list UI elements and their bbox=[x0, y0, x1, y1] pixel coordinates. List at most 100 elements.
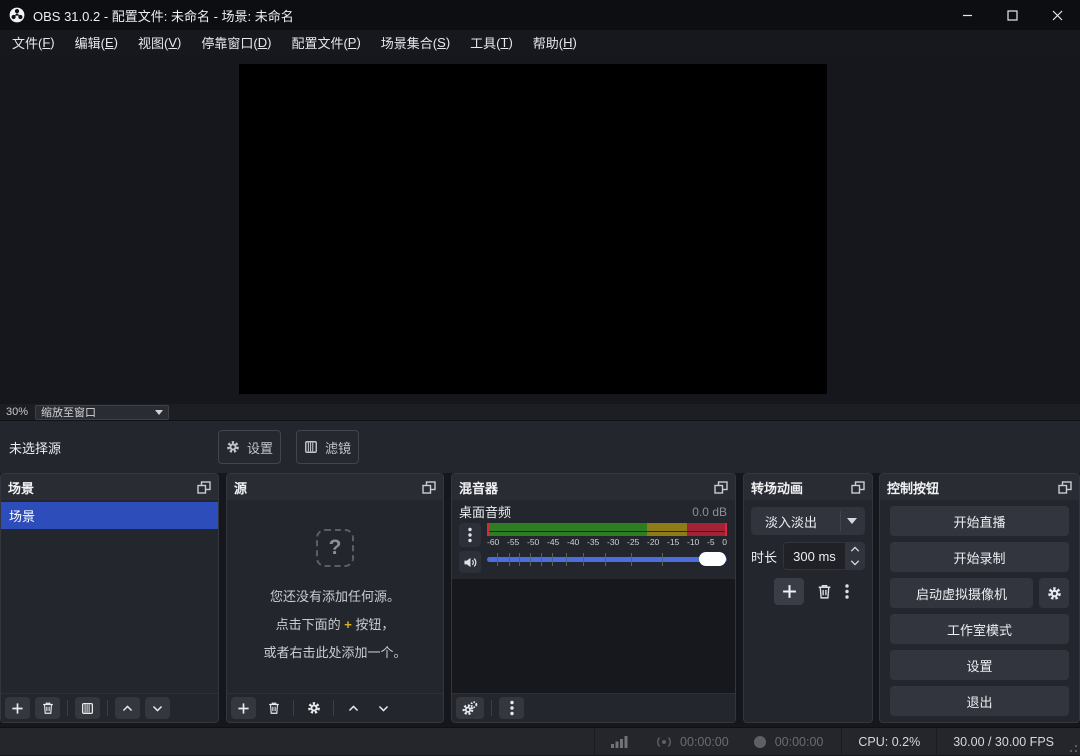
stream-time: 00:00:00 bbox=[680, 735, 729, 749]
popout-dock-icon[interactable] bbox=[197, 481, 211, 494]
transition-duration-spinner[interactable]: 300 ms bbox=[783, 542, 865, 570]
window-resize-grip[interactable] bbox=[1065, 740, 1077, 752]
menu-help[interactable]: 帮助(H) bbox=[523, 30, 587, 55]
menu-profile[interactable]: 配置文件(P) bbox=[281, 30, 370, 55]
fps-indicator: 30.00 / 30.00 FPS bbox=[953, 735, 1054, 749]
exit-button[interactable]: 退出 bbox=[890, 686, 1069, 716]
meter-peak-indicator bbox=[487, 523, 489, 536]
video-preview-canvas[interactable] bbox=[239, 64, 827, 394]
meter-scale-labels: -60-55-50-45-40-35-30-25-20-15-10-50 bbox=[487, 537, 727, 547]
obs-logo-icon bbox=[9, 7, 25, 23]
menu-docks[interactable]: 停靠窗口(D) bbox=[191, 30, 281, 55]
remove-source-button[interactable] bbox=[261, 697, 286, 719]
settings-button[interactable]: 设置 bbox=[890, 650, 1069, 680]
mute-toggle-speaker-icon[interactable] bbox=[459, 551, 481, 573]
menu-file[interactable]: 文件(F) bbox=[2, 30, 65, 55]
move-source-up-button[interactable] bbox=[341, 697, 366, 719]
zoom-percent: 30% bbox=[6, 406, 28, 418]
signal-bars-icon bbox=[611, 735, 628, 748]
source-context-bar: 未选择源 设置 滤镜 bbox=[0, 421, 1080, 473]
source-properties-button[interactable]: 设置 bbox=[218, 430, 281, 464]
move-scene-down-button[interactable] bbox=[145, 697, 170, 719]
toolbar-separator bbox=[67, 700, 68, 716]
chevron-down-icon bbox=[847, 518, 857, 524]
start-virtual-camera-button[interactable]: 启动虚拟摄像机 bbox=[890, 578, 1033, 608]
network-status bbox=[611, 735, 628, 748]
menu-edit[interactable]: 编辑(E) bbox=[65, 30, 128, 55]
toolbar-separator bbox=[333, 700, 334, 716]
preview-area bbox=[0, 55, 1080, 404]
sources-title: 源 bbox=[234, 478, 247, 497]
scene-transitions-dock: 转场动画 淡入淡出 时长 300 ms bbox=[743, 473, 873, 723]
record-time: 00:00:00 bbox=[775, 735, 824, 749]
controls-dock-header: 控制按钮 bbox=[880, 474, 1079, 500]
scenes-toolbar bbox=[1, 693, 218, 722]
volume-meter bbox=[487, 523, 727, 536]
start-recording-button[interactable]: 开始录制 bbox=[890, 542, 1069, 572]
mixer-channel-desktop-audio: 桌面音频 0.0 dB bbox=[452, 500, 735, 579]
menu-view[interactable]: 视图(V) bbox=[128, 30, 191, 55]
minimize-button[interactable] bbox=[945, 0, 990, 30]
add-source-button[interactable] bbox=[231, 697, 256, 719]
sources-dock-header: 源 bbox=[227, 474, 443, 500]
scene-list-item-selected[interactable]: 场景 bbox=[1, 502, 218, 529]
broadcast-icon bbox=[656, 735, 672, 749]
sources-empty-state[interactable]: ? 您还没有添加任何源。 点击下面的 + 按钮， 或者右击此处添加一个。 bbox=[227, 500, 443, 693]
record-time-group: 00:00:00 bbox=[753, 735, 824, 749]
toolbar-separator bbox=[107, 700, 108, 716]
mixer-menu-button[interactable] bbox=[499, 697, 524, 719]
scene-filters-button[interactable] bbox=[75, 697, 100, 719]
toolbar-separator bbox=[491, 700, 492, 716]
mixer-body: 桌面音频 0.0 dB bbox=[452, 500, 735, 693]
volume-slider-track bbox=[487, 557, 727, 562]
menu-scene-collection[interactable]: 场景集合(S) bbox=[371, 30, 460, 55]
remove-transition-button[interactable] bbox=[816, 583, 833, 600]
mixer-title: 混音器 bbox=[459, 478, 498, 497]
empty-state-text: 您还没有添加任何源。 bbox=[270, 585, 400, 609]
transition-select[interactable]: 淡入淡出 bbox=[751, 507, 865, 535]
scenes-dock: 场景 场景 bbox=[0, 473, 219, 723]
move-scene-up-button[interactable] bbox=[115, 697, 140, 719]
menu-bar: 文件(F) 编辑(E) 视图(V) 停靠窗口(D) 配置文件(P) 场景集合(S… bbox=[0, 30, 1080, 55]
popout-dock-icon[interactable] bbox=[422, 481, 436, 494]
start-streaming-button[interactable]: 开始直播 bbox=[890, 506, 1069, 536]
spinner-down-button[interactable] bbox=[845, 556, 864, 569]
add-scene-button[interactable] bbox=[5, 697, 30, 719]
scenes-title: 场景 bbox=[8, 478, 34, 497]
sources-dock: 源 ? 您还没有添加任何源。 点击下面的 + 按钮， 或者右击此处添加一个。 bbox=[226, 473, 444, 723]
sources-toolbar bbox=[227, 693, 443, 722]
scenes-dock-header: 场景 bbox=[1, 474, 218, 500]
cpu-usage: CPU: 0.2% bbox=[858, 735, 920, 749]
preview-zoom-bar: 30% 缩放至窗口 bbox=[0, 404, 1080, 421]
volume-db-value: 0.0 dB bbox=[692, 505, 727, 519]
transition-properties-menu-button[interactable] bbox=[845, 583, 849, 600]
popout-dock-icon[interactable] bbox=[851, 481, 865, 494]
maximize-button[interactable] bbox=[990, 0, 1035, 30]
advanced-audio-properties-button[interactable] bbox=[456, 697, 484, 719]
popout-dock-icon[interactable] bbox=[1058, 481, 1072, 494]
zoom-mode-select[interactable]: 缩放至窗口 bbox=[35, 405, 169, 420]
source-filters-button[interactable]: 滤镜 bbox=[296, 430, 359, 464]
studio-mode-button[interactable]: 工作室模式 bbox=[890, 614, 1069, 644]
volume-slider[interactable] bbox=[487, 550, 727, 568]
menu-tools[interactable]: 工具(T) bbox=[460, 30, 523, 55]
duration-label: 时长 bbox=[751, 547, 783, 566]
mixer-channel-menu-button[interactable] bbox=[459, 523, 481, 547]
duration-value: 300 ms bbox=[784, 543, 845, 569]
mixer-toolbar bbox=[452, 693, 735, 722]
virtual-camera-settings-button[interactable] bbox=[1039, 578, 1069, 608]
gear-icon bbox=[226, 440, 240, 454]
meter-peak-indicator bbox=[725, 523, 727, 536]
remove-scene-button[interactable] bbox=[35, 697, 60, 719]
window-title: OBS 31.0.2 - 配置文件: 未命名 - 场景: 未命名 bbox=[33, 6, 294, 25]
close-button[interactable] bbox=[1035, 0, 1080, 30]
popout-dock-icon[interactable] bbox=[714, 481, 728, 494]
move-source-down-button[interactable] bbox=[371, 697, 396, 719]
transitions-title: 转场动画 bbox=[751, 478, 803, 497]
add-transition-button[interactable] bbox=[774, 578, 804, 605]
source-properties-toolbar-button[interactable] bbox=[301, 697, 326, 719]
chevron-down-icon bbox=[155, 410, 163, 415]
volume-slider-handle[interactable] bbox=[699, 552, 726, 566]
record-icon bbox=[753, 735, 767, 749]
spinner-up-button[interactable] bbox=[845, 543, 864, 556]
